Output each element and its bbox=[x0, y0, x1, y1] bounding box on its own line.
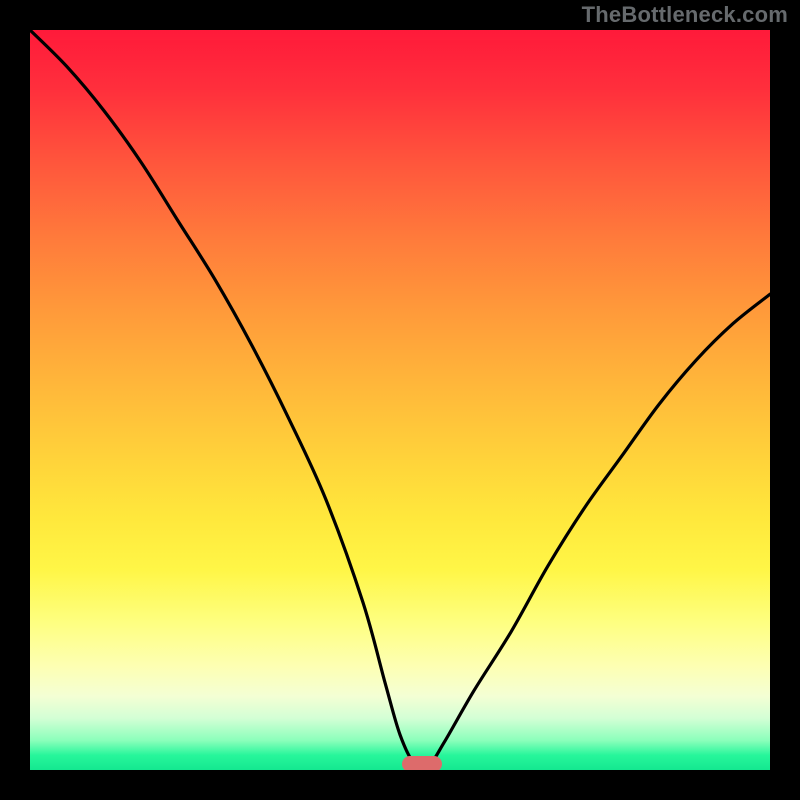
watermark-text: TheBottleneck.com bbox=[582, 2, 788, 28]
plot-area bbox=[30, 30, 770, 770]
bottleneck-curve bbox=[30, 30, 770, 770]
curve-path bbox=[30, 30, 770, 767]
optimal-point-marker bbox=[402, 756, 442, 770]
chart-frame: TheBottleneck.com bbox=[0, 0, 800, 800]
